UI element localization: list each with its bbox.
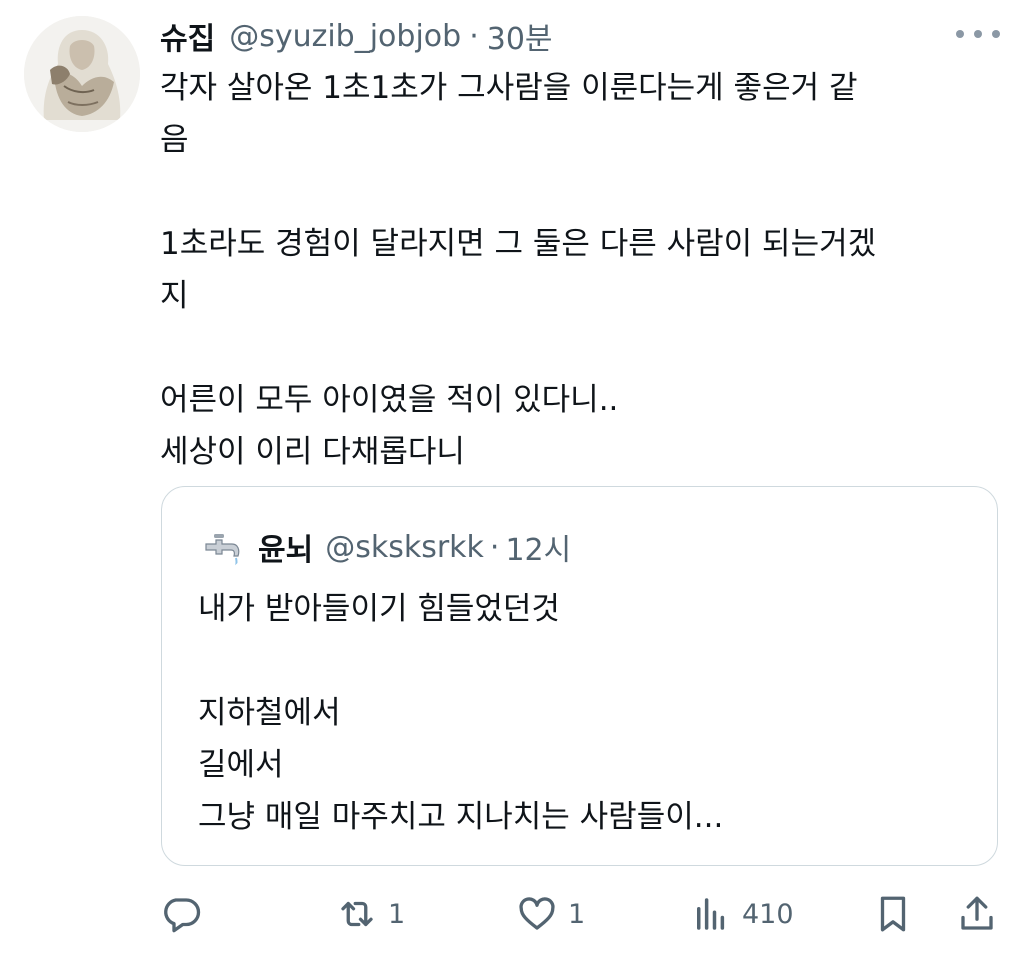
tweet-line: 각자 살아온 1초1초가 그사람을 이룬다는게 좋은거 같 [160, 70, 858, 106]
tweet-line: 지 [160, 278, 189, 314]
tweet-header: 슈집 @syuzib_jobjob · 30분 [160, 12, 553, 60]
tweet-line: 1초라도 경험이 달라지면 그 둘은 다른 사람이 되는거겠 [160, 226, 877, 262]
quoted-blank-line [198, 635, 968, 687]
like-button[interactable]: 1 [516, 886, 585, 942]
tweet-text: 각자 살아온 1초1초가 그사람을 이룬다는게 좋은거 같 음 1초라도 경험이… [160, 62, 1000, 478]
header-separator: · [469, 18, 479, 54]
share-button[interactable] [956, 886, 998, 942]
retweet-icon [341, 901, 373, 927]
author-handle[interactable]: @syuzib_jobjob [229, 19, 461, 54]
quoted-header-separator: · [489, 529, 500, 565]
quoted-tweet-header: 윤뇌 @sksksrkk · 12시 [198, 523, 571, 571]
quoted-tweet-timestamp: 12시 [505, 533, 572, 568]
quoted-tweet-line: 길에서 [198, 747, 284, 783]
retweet-count: 1 [388, 898, 406, 930]
quoted-tweet-line: 지하철에서 [198, 695, 341, 731]
quoted-tweet-text: 내가 받아들이기 힘들었던것 지하철에서 길에서 그냥 매일 마주치고 지나치는… [198, 583, 968, 843]
reply-button[interactable] [160, 886, 212, 942]
quoted-author-name: 윤뇌 [258, 533, 314, 568]
reply-icon [164, 898, 201, 933]
tweet-timestamp[interactable]: 30분 [487, 14, 553, 58]
bookmark-button[interactable] [872, 886, 914, 942]
more-dot [974, 30, 982, 38]
faucet-avatar-illustration [198, 524, 244, 570]
views-count: 410 [742, 898, 794, 930]
more-options-icon[interactable] [956, 20, 1000, 48]
tweet-action-bar: 1 1 410 [160, 886, 1000, 942]
quoted-tweet-card[interactable]: 윤뇌 @sksksrkk · 12시 내가 받아들이기 힘들었던것 지하철에서 … [161, 486, 998, 866]
quoted-author-avatar [198, 524, 244, 570]
more-dot [956, 30, 964, 38]
views-icon [697, 898, 725, 930]
tweet-line: 어른이 모두 아이였을 적이 있다니.. [160, 382, 619, 418]
more-dot [992, 30, 1000, 38]
tweet-line: 음 [160, 122, 189, 158]
avatar-illustration [24, 16, 140, 132]
author-name[interactable]: 슈집 [160, 14, 215, 58]
quoted-author-handle: @sksksrkk [325, 529, 484, 565]
retweet-button[interactable]: 1 [336, 886, 405, 942]
quoted-tweet-line: 그냥 매일 마주치고 지나치는 사람들이... [198, 799, 724, 835]
quoted-tweet-line: 내가 받아들이기 힘들었던것 [198, 591, 560, 627]
bookmark-icon [880, 896, 906, 932]
like-count: 1 [568, 898, 586, 930]
views-button[interactable]: 410 [690, 886, 794, 942]
heart-icon [519, 897, 555, 930]
tweet-line: 세상이 이리 다채롭다니 [160, 434, 465, 470]
author-avatar[interactable] [24, 16, 140, 132]
share-icon [961, 896, 993, 930]
